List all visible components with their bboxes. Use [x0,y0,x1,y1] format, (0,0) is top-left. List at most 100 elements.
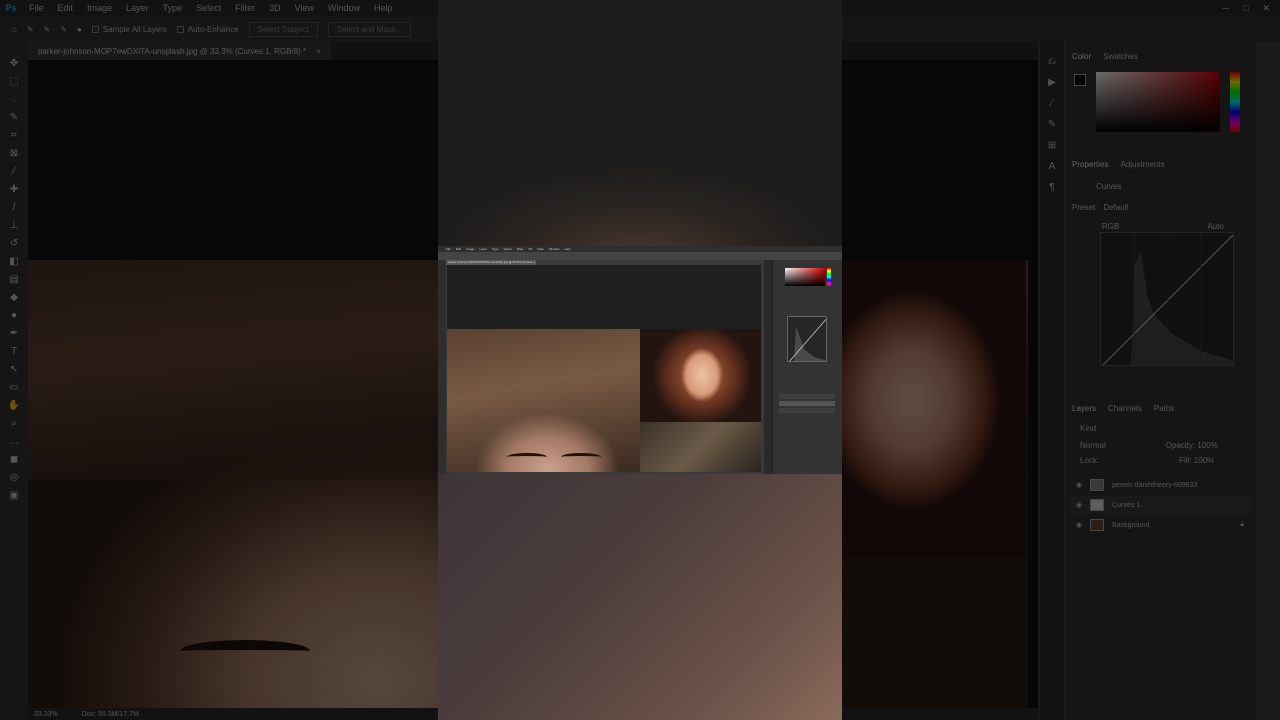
history-brush-tool-icon[interactable]: ↺ [7,238,21,250]
layer-thumbnail [1090,519,1105,531]
menu-3d[interactable]: 3D [262,3,288,13]
preset-label: Preset: [1072,203,1098,212]
visibility-eye-icon[interactable]: ◉ [1076,521,1082,529]
quick-mask-icon[interactable]: ◎ [7,472,21,484]
color-swatches-icon[interactable]: ◼ [7,454,21,466]
mini-hue-slider [827,268,831,286]
frame-tool-icon[interactable]: ⊠ [7,148,21,160]
shape-tool-icon[interactable]: ▭ [7,382,21,394]
curve-line [1102,233,1233,365]
menu-layer[interactable]: Layer [119,3,156,13]
pen-tool-icon[interactable]: ✒ [7,328,21,340]
tab-properties[interactable]: Properties [1072,160,1108,169]
layer-row[interactable]: ◉ Curves 1 [1070,496,1252,514]
minimize-icon[interactable]: ─ [1223,3,1229,14]
tab-channels[interactable]: Channels [1108,404,1142,413]
menu-file[interactable]: File [22,3,51,13]
paragraph-icon[interactable]: ¶ [1049,182,1054,193]
foreground-color-swatch[interactable] [1074,74,1086,86]
tools-panel: ✥ ⬚ ◌ ✎ ⌗ ⊠ ⁄ ✚ / ⊥ ↺ ◧ ▤ ◆ ● ✒ T ↖ ▭ ✋ … [0,42,28,720]
menu-type[interactable]: Type [156,3,190,13]
select-subject-button[interactable]: Select Subject [248,21,318,37]
maximize-icon[interactable]: □ [1243,3,1248,14]
curves-graph[interactable] [1100,232,1234,366]
brush-subtract-icon[interactable]: ✎ [60,25,67,34]
history-icon[interactable]: ⎌ [1048,56,1056,67]
color-panel-tabs: Color Swatches [1066,42,1256,66]
menu-select[interactable]: Select [189,3,228,13]
photoshop-logo-icon[interactable]: Ps [0,0,22,16]
character-icon[interactable]: A [1049,161,1056,172]
path-select-tool-icon[interactable]: ↖ [7,364,21,376]
actions-icon[interactable]: ▶ [1048,77,1056,88]
opacity-field[interactable]: Opacity: 100% [1166,441,1218,450]
channel-select[interactable]: RGB [1102,222,1119,231]
lasso-tool-icon[interactable]: ◌ [7,94,21,106]
close-tab-icon[interactable]: × [316,47,321,56]
tab-layers[interactable]: Layers [1072,404,1096,413]
eyedropper-tool-icon[interactable]: ⁄ [7,166,21,178]
close-icon[interactable]: ✕ [1262,3,1270,14]
brush-tool-icon[interactable]: ✎ [27,25,34,34]
mini-portrait-photo [640,329,761,422]
gradient-tool-icon[interactable]: ▤ [7,274,21,286]
properties-title: Curves [1096,182,1122,191]
stamp-tool-icon[interactable]: ⊥ [7,220,21,232]
menu-filter[interactable]: Filter [228,3,262,13]
mini-eyebrow-left [507,453,547,461]
menu-edit[interactable]: Edit [51,3,81,13]
auto-button[interactable]: Auto [1207,222,1223,231]
preset-select[interactable]: Default [1103,203,1128,212]
select-and-mask-button[interactable]: Select and Mask... [327,21,412,37]
document-title: parker-johnson-MOP7ewDXITA-unsplash.jpg … [38,46,307,56]
brush-size-icon[interactable]: ● [77,25,82,34]
layer-row[interactable]: ◉ pexels-darshtheory-609633 [1070,476,1252,494]
hue-slider[interactable] [1230,72,1240,132]
photoshop-screenshot: File Edit Image Layer Type Select Filter… [438,246,842,474]
auto-enhance-checkbox[interactable]: Auto-Enhance [176,25,239,34]
blur-tool-icon[interactable]: ◆ [7,292,21,304]
menu-image[interactable]: Image [80,3,119,13]
menu-view[interactable]: View [288,3,321,13]
layer-name: pexels-darshtheory-609633 [1112,481,1198,489]
more-tools-icon[interactable]: … [7,436,21,448]
brushes-icon[interactable]: ✎ [1048,119,1056,130]
menu-help[interactable]: Help [367,3,400,13]
blend-mode-select[interactable]: Normal [1080,441,1106,450]
tab-color[interactable]: Color [1072,52,1091,61]
eraser-tool-icon[interactable]: ◧ [7,256,21,268]
properties-panel: Properties Adjustments Curves Preset: De… [1066,150,1256,237]
sample-all-layers-checkbox[interactable]: Sample All Layers [91,25,167,34]
hand-tool-icon[interactable]: ✋ [7,400,21,412]
layer-row[interactable]: ◉ Background 🔒︎ [1070,516,1252,534]
document-tab[interactable]: parker-johnson-MOP7ewDXITA-unsplash.jpg … [28,42,331,60]
properties-tabs: Properties Adjustments [1066,150,1256,174]
mini-menu-help: Help [564,247,571,251]
home-icon[interactable]: ⌂ [12,25,17,34]
zoom-tool-icon[interactable]: ⌕ [7,418,21,430]
type-tool-icon[interactable]: T [7,346,21,358]
screen-mode-icon[interactable]: ▣ [7,490,21,502]
move-tool-icon[interactable]: ✥ [7,58,21,70]
marquee-tool-icon[interactable]: ⬚ [7,76,21,88]
crop-tool-icon[interactable]: ⌗ [7,130,21,142]
dodge-tool-icon[interactable]: ● [7,310,21,322]
clone-source-icon[interactable]: ⊞ [1048,140,1056,151]
lock-label: Lock: [1080,456,1100,465]
tab-adjustments[interactable]: Adjustments [1120,160,1164,169]
kind-filter[interactable]: Kind [1066,418,1256,439]
visibility-eye-icon[interactable]: ◉ [1076,481,1082,489]
brush-settings-icon[interactable]: ⁄ [1051,98,1053,109]
mini-menu-window: Window [548,247,560,251]
brush-tool-icon[interactable]: / [7,202,21,214]
brush-add-icon[interactable]: ✎ [44,25,51,34]
tab-paths[interactable]: Paths [1154,404,1174,413]
quick-select-tool-icon[interactable]: ✎ [7,112,21,124]
tab-swatches[interactable]: Swatches [1103,52,1138,61]
color-picker-field[interactable] [1096,72,1220,132]
fill-field[interactable]: Fill: 100% [1179,456,1214,465]
menu-window[interactable]: Window [321,3,367,13]
visibility-eye-icon[interactable]: ◉ [1076,501,1082,509]
healing-tool-icon[interactable]: ✚ [7,184,21,196]
zoom-level[interactable]: 33.33% [34,711,58,718]
